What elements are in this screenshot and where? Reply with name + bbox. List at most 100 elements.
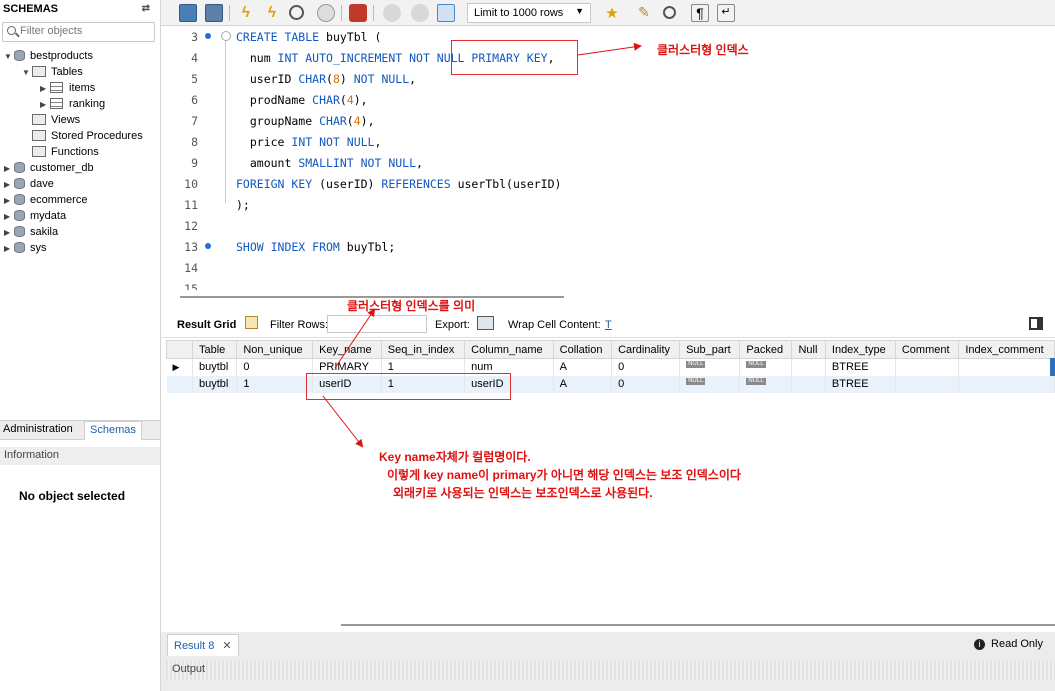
table-cell[interactable]: 0 xyxy=(611,358,681,376)
rollback-icon[interactable] xyxy=(411,4,429,22)
functions-label: Functions xyxy=(51,146,99,158)
autocommit-icon[interactable] xyxy=(437,4,455,22)
column-header[interactable]: Index_type xyxy=(824,340,896,359)
limit-rows-select[interactable]: Limit to 1000 rows ▼ xyxy=(467,3,591,23)
open-folder-icon[interactable] xyxy=(179,4,197,22)
invisible-chars-icon[interactable]: ¶ xyxy=(691,4,709,22)
limit-rows-value: Limit to 1000 rows xyxy=(474,7,564,19)
column-header[interactable]: Column_name xyxy=(464,340,554,359)
column-header[interactable]: Non_unique xyxy=(236,340,314,359)
table-cell[interactable]: NULL xyxy=(679,358,741,376)
refresh-icon[interactable]: ⇄ xyxy=(142,3,150,14)
table-cell[interactable]: BTREE xyxy=(825,375,896,393)
stop-on-error-icon[interactable] xyxy=(349,4,367,22)
tab-result-8[interactable]: Result 8 ✕ xyxy=(167,634,239,656)
column-header[interactable]: Cardinality xyxy=(611,340,681,359)
table-cell[interactable]: NULL xyxy=(679,375,741,393)
table-items-label: items xyxy=(69,82,96,94)
filter-objects-input[interactable]: Filter objects xyxy=(2,22,155,42)
table-cell[interactable]: 1 xyxy=(236,375,314,393)
expand-triangle-icon[interactable]: ▶ xyxy=(4,161,14,177)
column-header[interactable]: Collation xyxy=(552,340,613,359)
table-row[interactable]: buytbl 1 userID 1 userID A 0 NULL NULL BTREE xyxy=(166,375,1055,393)
explain-icon[interactable] xyxy=(289,5,304,20)
table-cell[interactable] xyxy=(791,375,826,393)
table-cell[interactable] xyxy=(791,358,826,376)
close-icon[interactable]: ✕ xyxy=(222,640,231,652)
tree-schema-other[interactable]: ▶ dave xyxy=(4,176,54,192)
wrap-icon[interactable]: ↵ xyxy=(717,4,735,22)
tree-stored-procedures[interactable]: Stored Procedures xyxy=(32,128,143,144)
column-header[interactable]: Seq_in_index xyxy=(380,340,466,359)
table-cell[interactable]: A xyxy=(553,358,613,376)
tree-schema-bestproducts[interactable]: ▼ bestproducts xyxy=(4,48,93,64)
table-cell[interactable]: BTREE xyxy=(825,358,896,376)
tree-schema-other[interactable]: ▶ customer_db xyxy=(4,160,94,176)
table-cell[interactable]: buytbl xyxy=(192,375,238,393)
row-marker[interactable] xyxy=(166,375,193,393)
tree-table-ranking[interactable]: ▶ ranking xyxy=(40,96,105,112)
expand-triangle-icon[interactable]: ▶ xyxy=(40,97,50,113)
expand-triangle-icon[interactable]: ▶ xyxy=(4,241,14,257)
table-cell[interactable]: 0 xyxy=(236,358,314,376)
execute-icon[interactable]: ϟ xyxy=(237,4,255,22)
grid-vertical-scrollbar[interactable] xyxy=(1050,358,1055,376)
expand-triangle-icon[interactable]: ▶ xyxy=(4,193,14,209)
tree-schema-other[interactable]: ▶ sys xyxy=(4,240,47,256)
column-header[interactable]: Table xyxy=(191,340,238,359)
row-marker[interactable]: ▶ xyxy=(166,358,193,376)
expand-triangle-icon[interactable]: ▶ xyxy=(40,81,50,97)
tree-schema-other[interactable]: ▶ mydata xyxy=(4,208,66,224)
code-line: userID CHAR(8) NOT NULL, xyxy=(236,72,417,86)
grid-horizontal-scrollbar[interactable] xyxy=(341,624,1055,626)
table-cell[interactable] xyxy=(958,375,1055,393)
expand-triangle-icon[interactable]: ▶ xyxy=(4,225,14,241)
wrap-cell-icon[interactable]: T xyxy=(605,319,612,331)
tree-views[interactable]: Views xyxy=(32,112,80,128)
toggle-panel-icon[interactable] xyxy=(1029,317,1043,330)
column-header[interactable]: Null xyxy=(791,340,826,359)
tree-functions[interactable]: Functions xyxy=(32,144,99,160)
tree-table-items[interactable]: ▶ items xyxy=(40,80,95,96)
tab-schemas[interactable]: Schemas xyxy=(84,421,142,440)
tree-schema-other[interactable]: ▶ ecommerce xyxy=(4,192,87,208)
table-cell[interactable]: 0 xyxy=(611,375,681,393)
column-header[interactable]: Sub_part xyxy=(679,340,741,359)
tab-administration[interactable]: Administration xyxy=(0,423,76,435)
find-icon[interactable] xyxy=(663,6,676,19)
table-cell[interactable]: NULL xyxy=(739,358,793,376)
table-cell[interactable] xyxy=(895,375,960,393)
expand-triangle-icon[interactable]: ▶ xyxy=(4,209,14,225)
commit-icon[interactable] xyxy=(383,4,401,22)
table-cell[interactable] xyxy=(895,358,960,376)
result-panel: Result Grid Filter Rows: Export: Wrap Ce… xyxy=(161,310,1055,626)
column-header[interactable]: Key_name xyxy=(312,340,382,359)
column-header[interactable]: Index_comment xyxy=(958,340,1055,359)
table-cell[interactable]: buytbl xyxy=(192,358,238,376)
execute-current-icon[interactable]: ϟ xyxy=(263,4,281,22)
collapse-triangle-icon[interactable]: ▼ xyxy=(22,65,32,81)
sql-editor[interactable]: 3 4 5 6 7 8 9 10 11 12 13 14 15 CREATE T… xyxy=(161,26,1055,290)
table-row[interactable]: ▶ buytbl 0 PRIMARY 1 num A 0 NULL NULL BTREE xyxy=(166,358,1055,376)
expand-triangle-icon[interactable]: ▶ xyxy=(4,177,14,193)
grid-icon[interactable] xyxy=(245,316,258,329)
column-header[interactable]: Packed xyxy=(739,340,793,359)
table-cell[interactable] xyxy=(958,358,1055,376)
table-cell[interactable]: NULL xyxy=(739,375,793,393)
result-grid[interactable]: Table Non_unique Key_name Seq_in_index C… xyxy=(166,340,1055,393)
line-number: 3 xyxy=(191,30,198,44)
save-icon[interactable] xyxy=(205,4,223,22)
beautify-icon[interactable]: ★ xyxy=(603,4,621,22)
result-grid-label[interactable]: Result Grid xyxy=(177,319,236,331)
fold-toggle-icon[interactable] xyxy=(221,31,231,41)
filter-rows-input[interactable] xyxy=(327,315,427,333)
stop-icon[interactable] xyxy=(317,4,335,22)
collapse-triangle-icon[interactable]: ▼ xyxy=(4,49,14,65)
tree-schema-other[interactable]: ▶ sakila xyxy=(4,224,58,240)
database-icon xyxy=(14,194,25,205)
brush-icon[interactable]: ✎ xyxy=(635,4,653,22)
column-header[interactable]: Comment xyxy=(894,340,960,359)
export-icon[interactable] xyxy=(477,316,494,330)
table-cell[interactable]: A xyxy=(553,375,613,393)
tree-tables[interactable]: ▼ Tables xyxy=(22,64,83,80)
